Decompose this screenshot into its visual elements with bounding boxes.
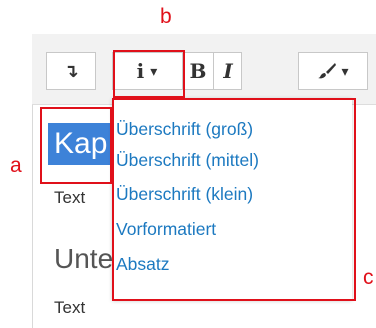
chevron-down-icon: ▾ <box>341 62 349 79</box>
annotation-box-a <box>40 107 112 184</box>
body-text-1[interactable]: Text <box>54 188 85 208</box>
brush-icon <box>318 63 337 79</box>
arrow-down-icon: ↴ <box>63 60 79 81</box>
move-down-button[interactable]: ↴ <box>46 52 96 90</box>
annotation-box-b <box>113 50 185 98</box>
italic-icon: I <box>223 59 233 83</box>
bold-icon: B <box>189 59 207 83</box>
annotation-label-a: a <box>10 154 22 177</box>
subheading-text[interactable]: Unte <box>54 243 113 275</box>
style-brush-button[interactable]: ▾ <box>298 52 368 90</box>
body-text-2[interactable]: Text <box>54 298 85 318</box>
italic-button[interactable]: I <box>214 52 242 90</box>
bold-button[interactable]: B <box>183 52 213 90</box>
annotation-label-b: b <box>160 5 172 28</box>
annotation-box-c <box>112 98 356 301</box>
annotation-label-c: c <box>363 266 374 289</box>
